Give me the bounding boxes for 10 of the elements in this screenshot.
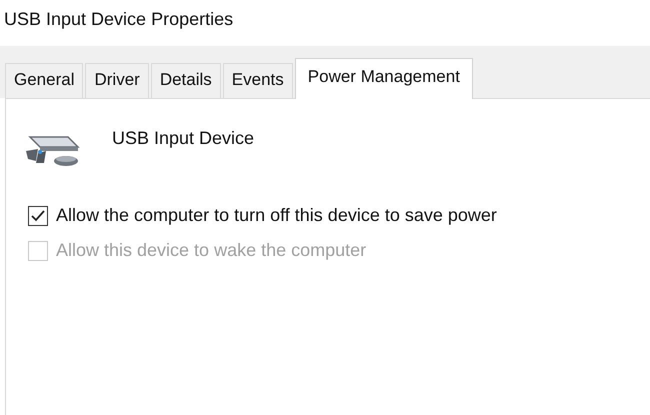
tab[interactable]: Power Management — [294, 58, 473, 99]
checkbox[interactable] — [28, 206, 48, 226]
device-name: USB Input Device — [112, 128, 254, 149]
tab[interactable]: Details — [150, 63, 221, 98]
tab[interactable]: Driver — [85, 63, 149, 98]
checkbox-label: Allow the computer to turn off this device to save power — [56, 205, 497, 226]
tab[interactable]: General — [5, 63, 84, 98]
tab[interactable]: Events — [222, 63, 293, 98]
checkbox-label: Allow this device to wake the computer — [56, 240, 366, 261]
window-title: USB Input Device Properties — [3, 8, 234, 31]
